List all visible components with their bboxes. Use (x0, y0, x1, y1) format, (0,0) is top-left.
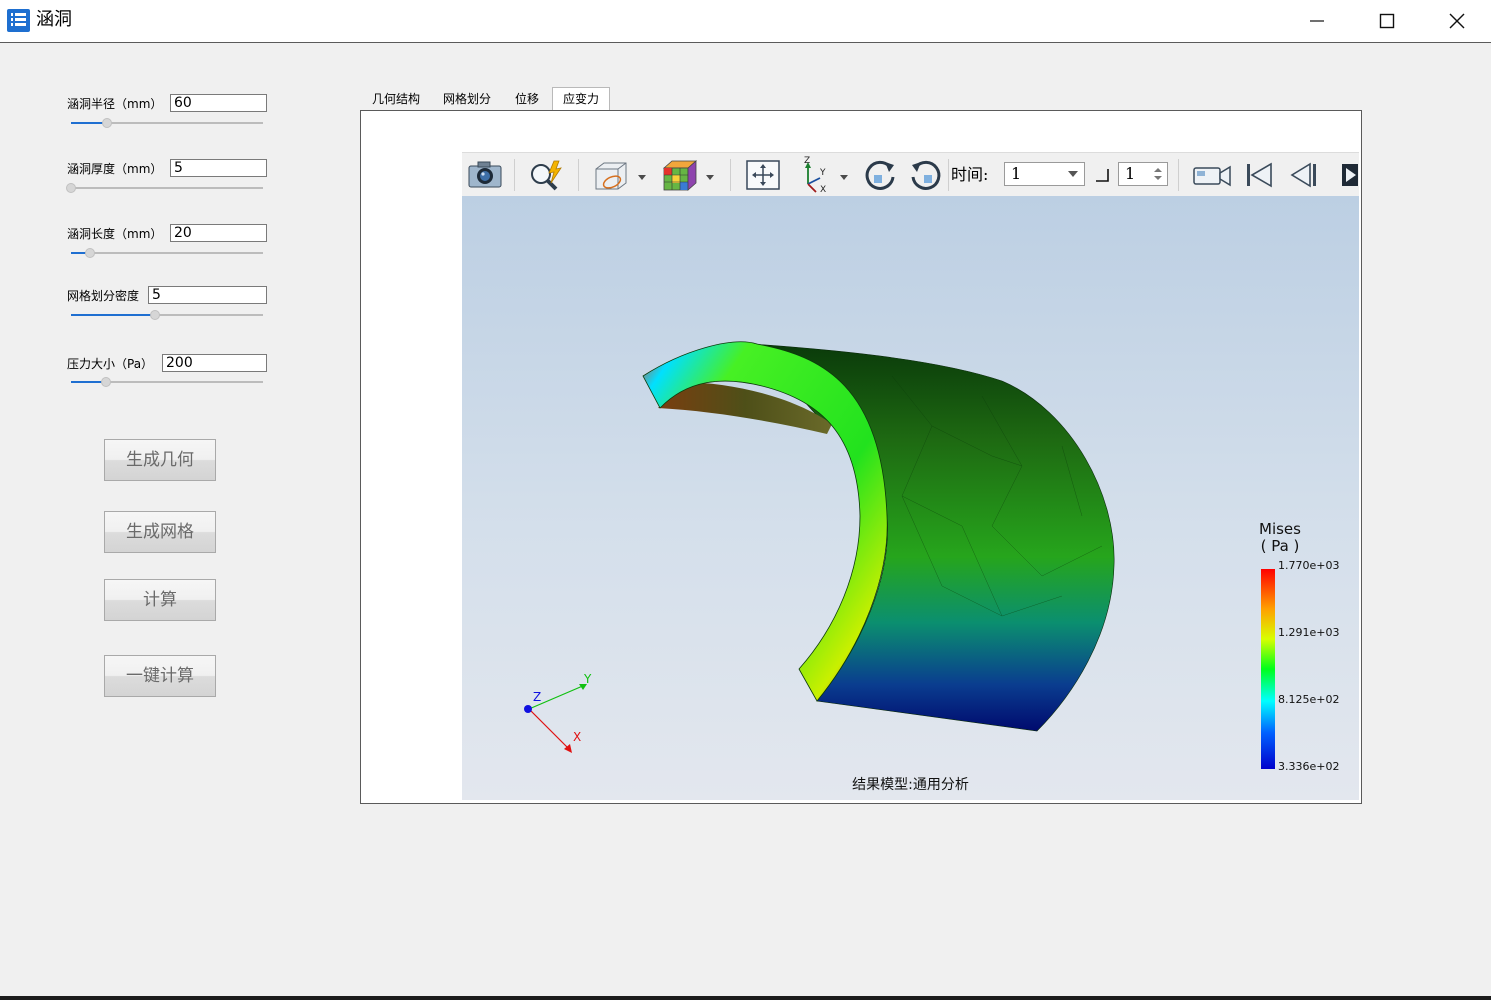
tab-displacement[interactable]: 位移 (505, 88, 549, 110)
minimize-button[interactable] (1282, 0, 1352, 42)
generate-mesh-button[interactable]: 生成网格 (104, 511, 216, 553)
mesh-density-label: 网格划分密度 (67, 289, 140, 303)
generate-geometry-button[interactable]: 生成几何 (104, 439, 216, 481)
legend-tick-3: 8.125e+02 (1278, 693, 1340, 706)
time-combo-value: 1 (1011, 164, 1022, 183)
compute-button[interactable]: 计算 (104, 579, 216, 621)
chevron-down-icon (1068, 171, 1078, 177)
tab-stress[interactable]: 应变力 (552, 87, 610, 111)
close-icon (1449, 13, 1465, 29)
close-button[interactable] (1422, 0, 1491, 42)
time-label: 时间: (951, 165, 989, 184)
axis-triad-icon: Y Z X (524, 672, 592, 753)
radius-slider[interactable] (71, 117, 263, 129)
thickness-label: 涵洞厚度（mm） (67, 162, 163, 176)
pressure-slider[interactable] (71, 376, 263, 388)
thickness-input[interactable]: 5 (170, 159, 267, 177)
slider-thumb[interactable] (85, 248, 96, 258)
previous-frame-icon[interactable] (1288, 153, 1324, 197)
legend-title-line1: Mises (1259, 520, 1301, 538)
thickness-slider[interactable] (66, 182, 263, 194)
radius-label: 涵洞半径（mm） (67, 97, 163, 111)
slider-thumb[interactable] (66, 183, 76, 193)
pressure-label: 压力大小（Pa） (67, 357, 154, 371)
svg-text:Z: Z (804, 156, 810, 166)
legend-title: Mises ( Pa ) (1259, 521, 1301, 555)
mesh-color-cube-icon[interactable] (660, 153, 718, 197)
minimize-icon (1310, 20, 1324, 22)
mesh-density-input[interactable]: 5 (148, 286, 267, 304)
title-bar: 涵洞 (0, 0, 1491, 43)
svg-text:Y: Y (819, 168, 826, 178)
pressure-input[interactable]: 200 (162, 354, 267, 372)
video-camera-icon[interactable] (1190, 153, 1234, 197)
legend-tick-2: 1.291e+03 (1278, 626, 1340, 639)
legend-tick-min: 3.336e+02 (1278, 760, 1340, 773)
tab-mesh[interactable]: 网格划分 (433, 88, 501, 110)
time-combo[interactable]: 1 (1004, 162, 1085, 186)
mesh-density-slider[interactable] (71, 309, 263, 321)
maximize-icon (1379, 13, 1395, 29)
tab-geometry[interactable]: 几何结构 (362, 88, 430, 110)
axes-icon[interactable]: Z Y X (794, 153, 854, 197)
slider-thumb[interactable] (100, 377, 111, 387)
slider-thumb[interactable] (102, 118, 113, 128)
viewer-toolbar: Z Y X 时间: 1 1 (462, 152, 1359, 197)
rotate-ccw-icon[interactable] (908, 153, 946, 197)
legend-tick-max: 1.770e+03 (1278, 559, 1340, 572)
one-click-compute-button[interactable]: 一键计算 (104, 655, 216, 697)
step-spinbox[interactable]: 1 (1118, 162, 1168, 186)
axis-z-label: Z (533, 690, 541, 704)
fit-all-icon[interactable] (744, 153, 782, 197)
first-frame-icon[interactable] (1242, 153, 1278, 197)
zoom-lightning-icon[interactable] (526, 153, 566, 197)
maximize-button[interactable] (1352, 0, 1422, 42)
app-icon (7, 9, 30, 32)
axis-y-label: Y (583, 672, 592, 686)
slider-thumb[interactable] (150, 310, 161, 320)
result-model-caption: 结果模型:通用分析 (852, 777, 969, 793)
next-frame-icon[interactable] (1336, 153, 1359, 197)
3d-viewport[interactable]: Y Z X Mises ( Pa ) 1.770e+03 1.291e+03 8… (462, 196, 1359, 800)
radius-input[interactable]: 60 (170, 94, 267, 112)
spin-arrows-icon[interactable] (1154, 167, 1162, 181)
legend-title-line2: ( Pa ) (1260, 537, 1300, 555)
length-slider[interactable] (71, 247, 263, 259)
step-checkbox-icon[interactable] (1094, 167, 1110, 183)
length-input[interactable]: 20 (170, 224, 267, 242)
step-spinbox-value: 1 (1125, 164, 1136, 183)
length-label: 涵洞长度（mm） (67, 227, 163, 241)
svg-text:X: X (820, 185, 826, 194)
window-title: 涵洞 (36, 9, 72, 30)
view-cube-icon[interactable] (590, 153, 648, 197)
rotate-cw-icon[interactable] (862, 153, 898, 197)
axis-x-label: X (573, 730, 581, 744)
camera-icon[interactable] (466, 153, 502, 197)
legend-color-bar (1261, 569, 1275, 769)
bottom-border (0, 996, 1491, 1000)
